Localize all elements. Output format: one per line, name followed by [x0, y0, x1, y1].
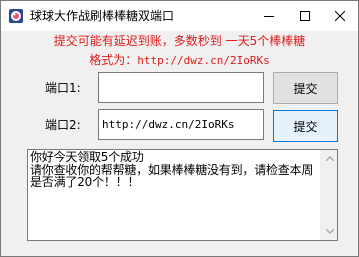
close-button[interactable] [322, 1, 358, 31]
port1-input[interactable] [98, 72, 264, 103]
maximize-button[interactable] [287, 1, 323, 31]
window-title: 球球大作战刷棒棒糖双端口 [30, 9, 175, 23]
format-label: 格式为： [89, 53, 138, 67]
scroll-up-arrow-icon[interactable] [321, 150, 337, 167]
port2-input[interactable]: http://dwz.cn/2IoRKs [98, 109, 264, 140]
client-area: 提交可能有延迟到账，多数秒到 一天5个棒棒糖 格式为：http://dwz.cn… [1, 31, 358, 256]
maximize-icon [300, 11, 310, 21]
app-logo-icon [8, 8, 24, 24]
port1-submit-button[interactable]: 提交 [273, 72, 338, 104]
port2-label: 端口2: [45, 118, 81, 132]
app-window: 球球大作战刷棒棒糖双端口 提交可能有延迟到账，多数秒到 一天5个棒棒糖 格式为：… [0, 0, 359, 257]
log-scrollbar[interactable] [320, 150, 337, 240]
log-text: 你好今天领取5个成功 请你查收你的帮帮糖，如果棒棒糖没有到，请检查本周是否满了2… [30, 150, 314, 189]
notice-delay-text: 提交可能有延迟到账，多数秒到 一天5个棒棒糖 [53, 34, 306, 48]
title-bar[interactable]: 球球大作战刷棒棒糖双端口 [1, 1, 358, 31]
notice-format-text: 格式为：http://dwz.cn/2IoRKs [1, 52, 358, 69]
close-icon [335, 11, 345, 21]
log-textarea[interactable]: 你好今天领取5个成功 请你查收你的帮帮糖，如果棒棒糖没有到，请检查本周是否满了2… [27, 149, 338, 241]
scrollbar-track[interactable] [321, 167, 337, 223]
port2-submit-button[interactable]: 提交 [273, 110, 338, 142]
port1-label: 端口1: [45, 81, 81, 95]
format-example-url: http://dwz.cn/2IoRKs [137, 54, 270, 67]
minimize-icon [264, 16, 274, 17]
scroll-down-arrow-icon[interactable] [321, 223, 337, 240]
minimize-button[interactable] [251, 1, 287, 31]
